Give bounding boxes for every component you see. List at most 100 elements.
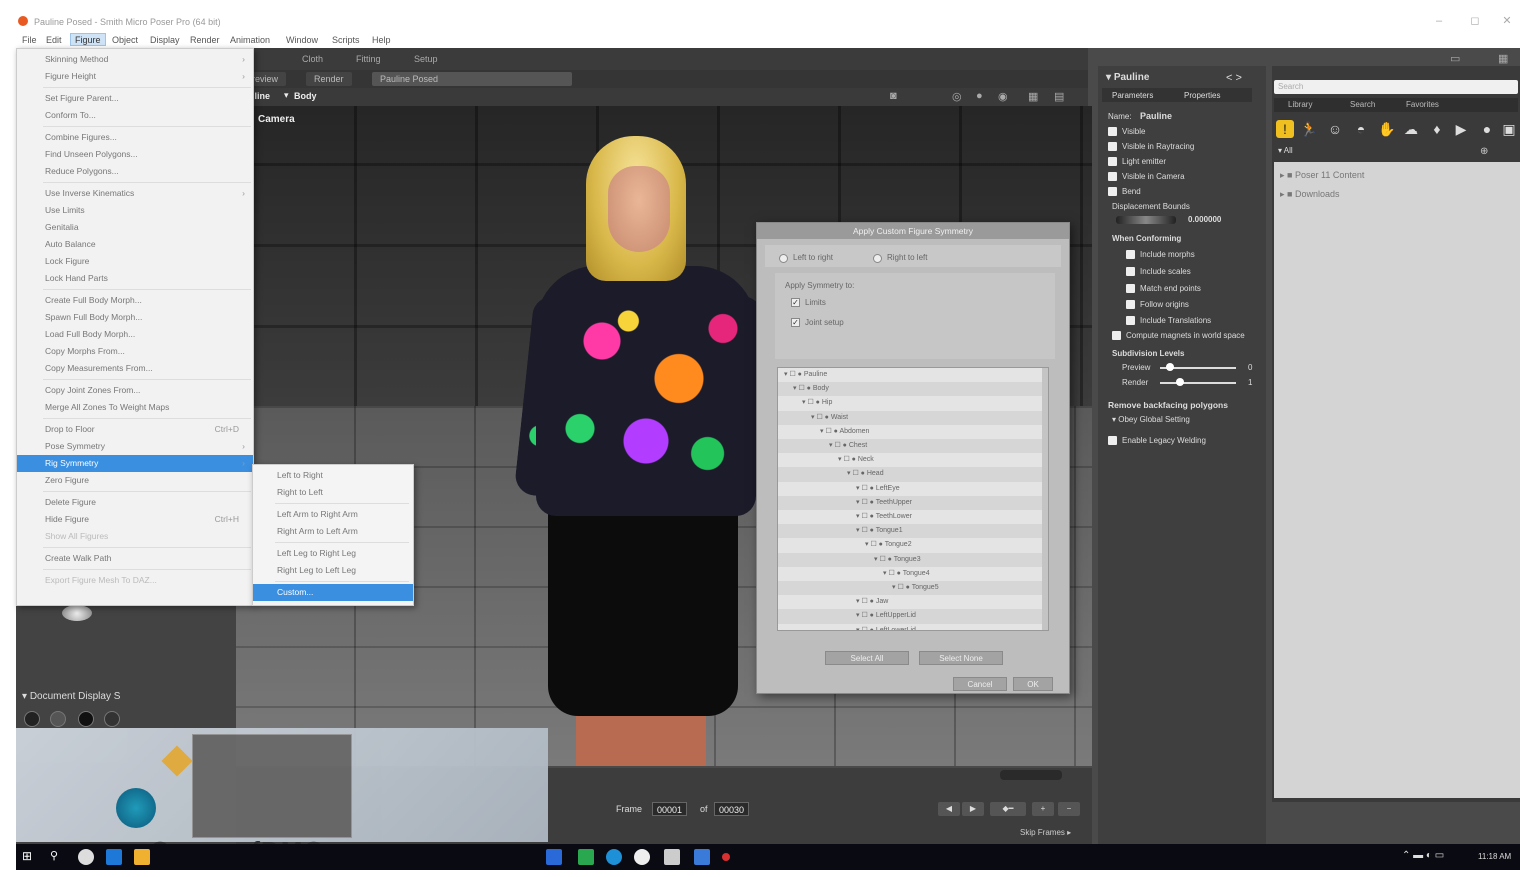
sphere-icon[interactable]: ◉ — [998, 90, 1008, 103]
tree-row[interactable]: ▾ ☐ ● Tongue2 — [778, 538, 1048, 553]
system-tray-icon[interactable]: ⌃ ▬ ◐ ▭ — [1402, 850, 1444, 861]
submenu-item[interactable]: Left Arm to Right Arm — [253, 506, 413, 523]
cameras-category-icon[interactable]: ▶ — [1452, 120, 1470, 138]
display-style-icon[interactable] — [104, 711, 120, 727]
chart-icon[interactable]: ▤ — [1054, 90, 1064, 103]
tree-row[interactable]: ▾ ☐ ● Body — [778, 382, 1048, 397]
menu-display[interactable]: Display — [150, 35, 180, 45]
tab-library[interactable]: Library — [1288, 100, 1312, 109]
app-icon[interactable] — [694, 849, 710, 865]
figure-menu-item[interactable]: Conform To... — [17, 107, 253, 124]
render-slider-handle[interactable] — [1176, 378, 1184, 386]
submenu-item[interactable]: Right Leg to Left Leg — [253, 562, 413, 579]
window-thumbnail[interactable] — [192, 734, 352, 838]
preview-slider-handle[interactable] — [1166, 363, 1174, 371]
submenu-item[interactable]: Right to Left — [253, 484, 413, 501]
submenu-item[interactable]: Left to Right — [253, 467, 413, 484]
include-scales-checkbox[interactable] — [1126, 267, 1135, 276]
menu-object[interactable]: Object — [112, 35, 138, 45]
figure-menu-item[interactable]: Create Walk Path — [17, 550, 253, 567]
joint-setup-checkbox[interactable]: ✓ — [791, 318, 800, 327]
tree-row[interactable]: ▾ ☐ ● TeethLower — [778, 510, 1048, 525]
figure-menu-item[interactable]: Pose Symmetry › — [17, 438, 253, 455]
figure-menu-item[interactable]: Merge All Zones To Weight Maps — [17, 399, 253, 416]
tab-cloth[interactable]: Cloth — [294, 52, 331, 66]
explorer-icon[interactable] — [134, 849, 150, 865]
figure-menu-item[interactable]: Auto Balance — [17, 236, 253, 253]
include-translations-checkbox[interactable] — [1126, 316, 1135, 325]
display-dots[interactable] — [1000, 770, 1062, 780]
figure-menu-item[interactable]: Skinning Method › — [17, 51, 253, 68]
library-search-input[interactable]: Search — [1274, 80, 1518, 94]
figure-menu-item[interactable]: Genitalia — [17, 219, 253, 236]
trackball-icon[interactable] — [62, 605, 92, 621]
tab-pauline-posed[interactable]: Pauline Posed — [372, 72, 572, 86]
menu-render[interactable]: Render — [190, 35, 220, 45]
figure-menu-item[interactable]: Copy Joint Zones From... — [17, 382, 253, 399]
obey-global-select[interactable]: ▾ Obey Global Setting — [1112, 415, 1190, 424]
poser-taskbar-icon[interactable] — [634, 849, 650, 865]
tree-row[interactable]: ▾ ☐ ● Chest — [778, 439, 1048, 454]
start-icon[interactable]: ⊞ — [22, 849, 38, 865]
cancel-button[interactable]: Cancel — [953, 677, 1007, 691]
tree-row[interactable]: ▾ ☐ ● Waist — [778, 410, 1048, 425]
menu-window[interactable]: Window — [286, 35, 318, 45]
actor-tree[interactable]: ▾ ☐ ● Pauline ▾ ☐ ● Body ▾ ☐ ● Hip ▾ ☐ ● Wa… — [777, 367, 1049, 631]
tree-row[interactable]: ▾ ☐ ● Hip — [778, 396, 1048, 411]
display-style-icon[interactable] — [24, 711, 40, 727]
figure-menu-item[interactable]: Copy Measurements From... — [17, 360, 253, 377]
app-icon[interactable] — [722, 853, 730, 861]
tab-properties[interactable]: Properties — [1184, 91, 1220, 100]
compute-magnets-checkbox[interactable] — [1112, 331, 1121, 340]
props-category-icon[interactable]: ☁ — [1402, 120, 1420, 138]
figure-menu-item[interactable]: Load Full Body Morph... — [17, 326, 253, 343]
displacement-value[interactable]: 0.000000 — [1188, 215, 1221, 224]
figure-menu-item[interactable]: Use Inverse Kinematics › — [17, 185, 253, 202]
radio-left-to-right[interactable] — [779, 254, 788, 263]
keyframe-button[interactable]: ◆━ — [990, 802, 1026, 816]
taskbar-clock[interactable]: 11:18 AM — [1478, 852, 1511, 861]
submenu-item[interactable]: Left Leg to Right Leg — [253, 545, 413, 562]
tab-search[interactable]: Search — [1350, 100, 1375, 109]
document-display-header[interactable]: ▾ Document Display S — [22, 691, 120, 702]
materials-category-icon[interactable]: ● — [1478, 120, 1496, 138]
menu-figure[interactable]: Figure — [70, 33, 106, 46]
app-icon[interactable] — [546, 849, 562, 865]
figure-menu-item[interactable]: Lock Hand Parts — [17, 270, 253, 287]
add-keyframe-button[interactable]: + — [1032, 802, 1054, 816]
tree-row[interactable]: ▾ ☐ ● LeftEye — [778, 481, 1048, 496]
app-icon[interactable] — [578, 849, 594, 865]
figure-menu-item[interactable]: Drop to Floor Ctrl+D — [17, 421, 253, 438]
tab-fitting[interactable]: Fitting — [348, 52, 389, 66]
nav-arrows-icon[interactable]: < > — [1226, 72, 1242, 84]
tree-row[interactable]: ▾ ☐ ● Tongue5 — [778, 581, 1048, 596]
tree-row[interactable]: ▾ ☐ ● Tongue3 — [778, 552, 1048, 567]
follow-origins-checkbox[interactable] — [1126, 300, 1135, 309]
expressions-category-icon[interactable]: ☺ — [1326, 120, 1344, 138]
figure-menu-item[interactable]: Zero Figure — [17, 472, 253, 489]
select-all-button[interactable]: Select All — [825, 651, 909, 665]
match-end-points-checkbox[interactable] — [1126, 284, 1135, 293]
figure-menu-item[interactable]: Hide Figure Ctrl+H — [17, 511, 253, 528]
search-icon[interactable]: ⚲ — [50, 849, 66, 865]
display-style-icon[interactable] — [50, 711, 66, 727]
chevron-down-icon[interactable]: ▾ — [284, 90, 289, 101]
figure-menu-item[interactable]: Find Unseen Polygons... — [17, 146, 253, 163]
figure-menu-item[interactable]: Reduce Polygons... — [17, 163, 253, 180]
light-emitter-checkbox[interactable] — [1108, 157, 1117, 166]
task-view-icon[interactable] — [78, 849, 94, 865]
figure-menu-item[interactable]: Rig Symmetry › — [17, 455, 253, 472]
tree-row[interactable]: ▾ ☐ ● Jaw — [778, 595, 1048, 610]
figure-menu-item[interactable]: Set Figure Parent... — [17, 90, 253, 107]
target-icon[interactable]: ◎ — [952, 90, 962, 103]
limits-checkbox[interactable]: ✓ — [791, 298, 800, 307]
tab-setup[interactable]: Setup — [406, 52, 446, 66]
legacy-welding-checkbox[interactable] — [1108, 436, 1117, 445]
submenu-item[interactable]: Custom... — [253, 584, 413, 601]
figure-menu-item[interactable]: Show All Figures — [17, 528, 253, 545]
name-value[interactable]: Pauline — [1140, 111, 1172, 121]
add-icon[interactable]: ⊕ — [1480, 146, 1488, 157]
library-item-poser-content[interactable]: ▸ ■ Poser 11 Content — [1280, 170, 1364, 181]
figure-menu-item[interactable]: Combine Figures... — [17, 129, 253, 146]
hands-category-icon[interactable]: ✋ — [1378, 120, 1396, 138]
